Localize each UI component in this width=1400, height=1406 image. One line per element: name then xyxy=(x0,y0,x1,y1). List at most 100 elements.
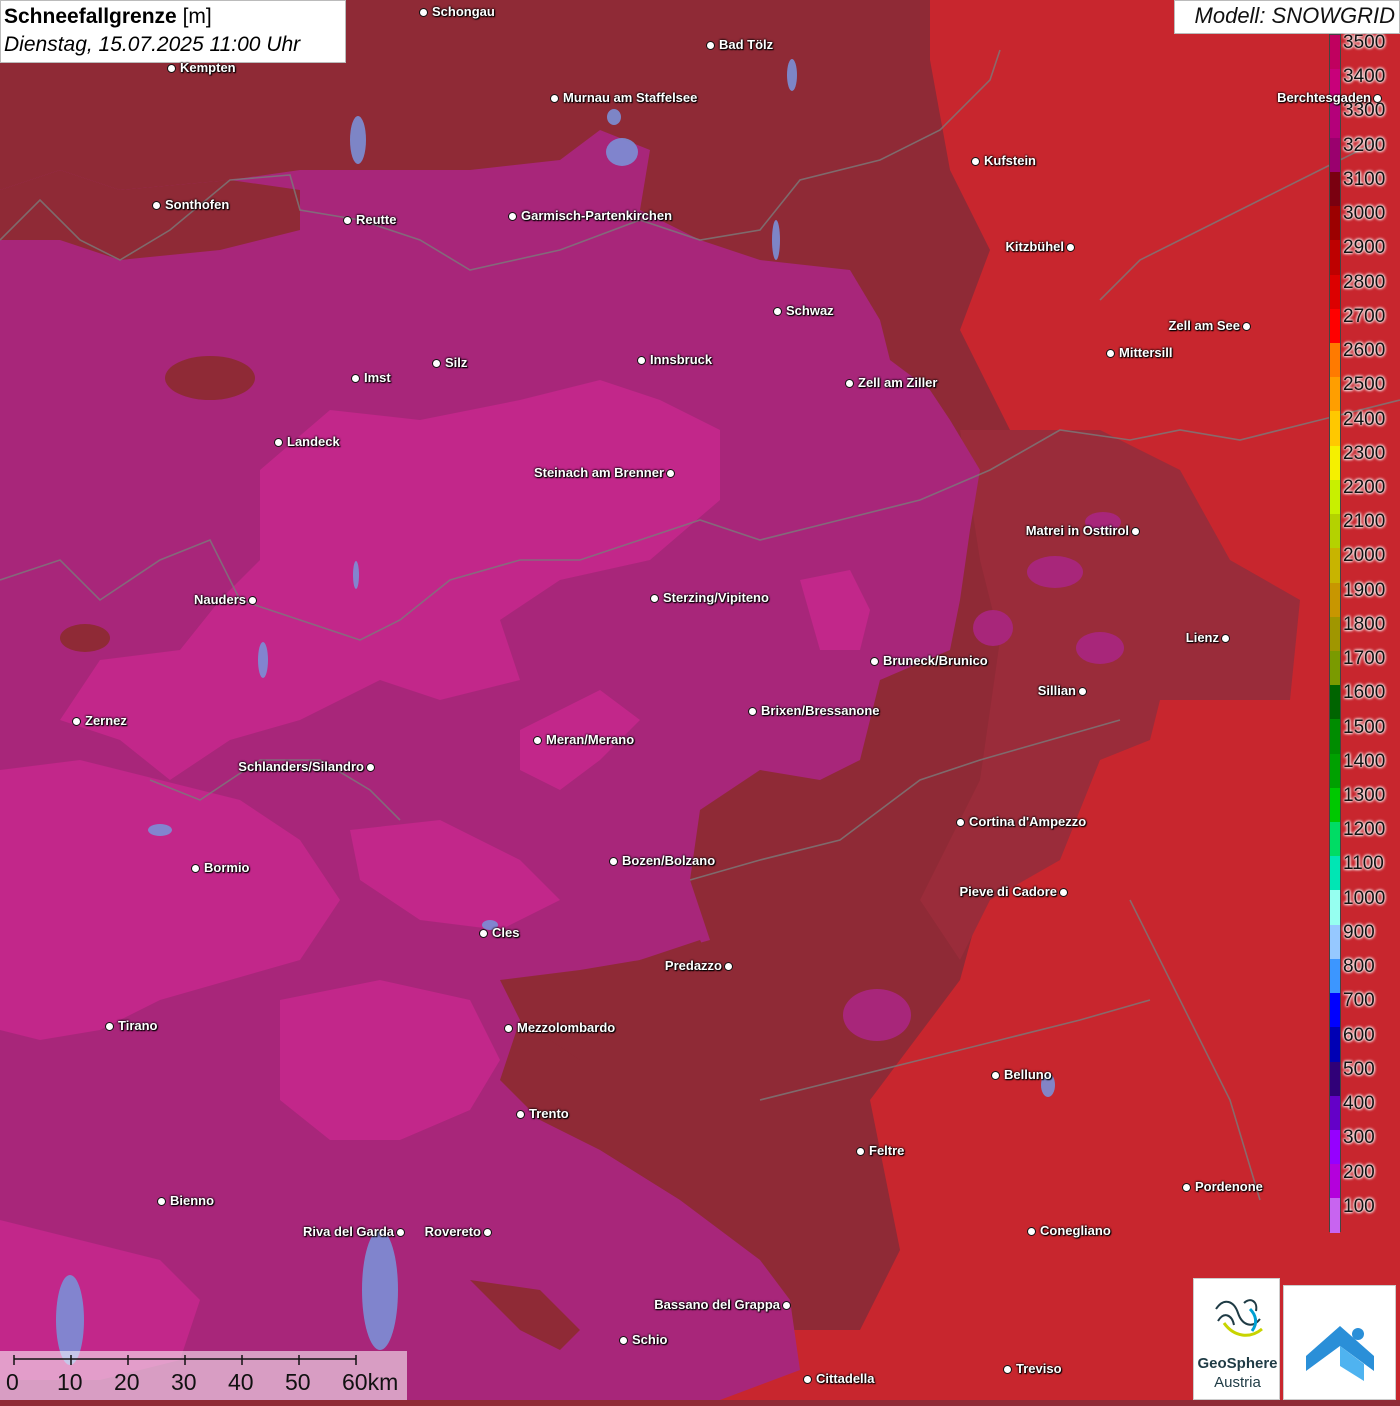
legend-swatch xyxy=(1330,35,1340,70)
city-marker-icon xyxy=(870,657,879,666)
legend-swatch xyxy=(1330,548,1340,583)
legend-level-label: 2100 xyxy=(1343,511,1386,533)
legend-swatch xyxy=(1330,274,1340,309)
legend-swatch xyxy=(1330,377,1340,412)
legend-level-label: 1700 xyxy=(1343,648,1386,670)
legend-level-label: 3200 xyxy=(1343,134,1386,156)
legend-swatch xyxy=(1330,753,1340,788)
city-marker-icon xyxy=(856,1147,865,1156)
geosphere-logo: GeoSphere Austria xyxy=(1193,1278,1280,1400)
city-label: Kitzbühel xyxy=(1005,239,1065,254)
legend-swatch xyxy=(1330,822,1340,857)
legend-swatch xyxy=(1330,1130,1340,1165)
legend-swatch xyxy=(1330,171,1340,207)
legend-level-label: 2300 xyxy=(1343,442,1386,464)
city-label: Conegliano xyxy=(1040,1223,1111,1238)
logo-name: GeoSphere xyxy=(1197,1355,1278,1372)
city-label: Bozen/Bolzano xyxy=(622,853,716,868)
color-legend xyxy=(1329,34,1343,1233)
legend-swatch xyxy=(1330,582,1340,617)
city-marker-icon xyxy=(343,216,352,225)
city-label: Trento xyxy=(529,1106,569,1121)
city-marker-icon xyxy=(706,41,715,50)
legend-level-label: 700 xyxy=(1343,990,1375,1012)
legend-level-label: 1500 xyxy=(1343,716,1386,738)
city-label: Schwaz xyxy=(786,303,834,318)
forecast-datetime: Dienstag, 15.07.2025 11:00 Uhr xyxy=(4,33,301,56)
city-marker-icon xyxy=(483,1228,492,1237)
legend-level-label: 2700 xyxy=(1343,305,1386,327)
city-label: Belluno xyxy=(1004,1067,1052,1082)
city-marker-icon xyxy=(152,201,161,210)
city-marker-icon xyxy=(1027,1227,1036,1236)
legend-level-label: 2500 xyxy=(1343,374,1386,396)
legend-swatch xyxy=(1330,137,1340,172)
scale-label: 50 xyxy=(285,1369,311,1395)
logo-subtitle: Austria xyxy=(1214,1374,1261,1391)
city-label: Riva del Garda xyxy=(302,1224,394,1239)
city-marker-icon xyxy=(1003,1365,1012,1374)
home-logo-icon[interactable] xyxy=(1283,1285,1396,1400)
legend-swatch xyxy=(1330,890,1340,925)
legend-level-label: 2400 xyxy=(1343,408,1386,430)
title-box: Schneefallgrenze [m] Dienstag, 15.07.202… xyxy=(0,0,346,63)
scale-label: 10 xyxy=(57,1369,83,1395)
city-label: Sonthofen xyxy=(165,197,230,212)
scale-label: 40 xyxy=(228,1369,254,1395)
legend-swatch xyxy=(1330,308,1340,343)
city-marker-icon xyxy=(504,1024,513,1033)
legend-swatch xyxy=(1330,479,1340,515)
city-marker-icon xyxy=(72,717,81,726)
city-marker-icon xyxy=(516,1110,525,1119)
legend-level-label: 2200 xyxy=(1343,476,1386,498)
legend-level-label: 1200 xyxy=(1343,819,1386,841)
legend-swatch xyxy=(1330,958,1340,994)
city-marker-icon xyxy=(991,1071,1000,1080)
city-marker-icon xyxy=(650,594,659,603)
city-marker-icon xyxy=(550,94,559,103)
city-marker-icon xyxy=(1066,243,1075,252)
city-marker-icon xyxy=(191,864,200,873)
city-label: Sterzing/Vipiteno xyxy=(663,590,769,605)
city-label: Predazzo xyxy=(664,958,722,973)
city-marker-icon xyxy=(1131,527,1140,536)
legend-swatch xyxy=(1330,103,1340,138)
city-label: Brixen/Bressanone xyxy=(761,703,880,718)
city-label: Zell am Ziller xyxy=(858,375,938,390)
city-marker-icon xyxy=(637,356,646,365)
city-label: Silz xyxy=(445,355,468,370)
city-label: Reutte xyxy=(356,212,397,227)
city-marker-icon xyxy=(782,1301,791,1310)
legend-swatch xyxy=(1330,856,1340,891)
city-label: Innsbruck xyxy=(650,352,713,367)
legend-level-label: 500 xyxy=(1343,1058,1375,1080)
legend-swatch xyxy=(1330,1095,1340,1130)
city-marker-icon xyxy=(419,8,428,17)
city-marker-icon xyxy=(274,438,283,447)
legend-swatch xyxy=(1330,650,1340,686)
title-line: Schneefallgrenze [m] xyxy=(4,3,342,31)
city-marker-icon xyxy=(157,1197,166,1206)
city-marker-icon xyxy=(167,64,176,73)
map-title: Schneefallgrenze xyxy=(4,5,177,28)
legend-level-label: 3000 xyxy=(1343,203,1386,225)
city-marker-icon xyxy=(351,374,360,383)
city-label: Schlanders/Silandro xyxy=(238,759,364,774)
scale-label: 0 xyxy=(6,1369,19,1395)
city-label: Bormio xyxy=(204,860,250,875)
city-marker-icon xyxy=(1059,888,1068,897)
city-label: Steinach am Brenner xyxy=(533,465,664,480)
city-marker-icon xyxy=(432,359,441,368)
city-label: Imst xyxy=(364,370,391,385)
city-marker-icon xyxy=(1106,349,1115,358)
city-marker-icon xyxy=(748,707,757,716)
city-label: Kufstein xyxy=(984,153,1036,168)
legend-level-label: 200 xyxy=(1343,1161,1375,1183)
city-label: Murnau am Staffelsee xyxy=(563,90,698,105)
city-label: Matrei in Osttirol xyxy=(1025,523,1129,538)
city-label: Sillian xyxy=(1037,683,1076,698)
legend-swatch xyxy=(1330,445,1340,480)
scale-label: 30 xyxy=(171,1369,197,1395)
legend-swatch xyxy=(1330,1061,1340,1096)
legend-level-label: 1100 xyxy=(1343,853,1384,875)
